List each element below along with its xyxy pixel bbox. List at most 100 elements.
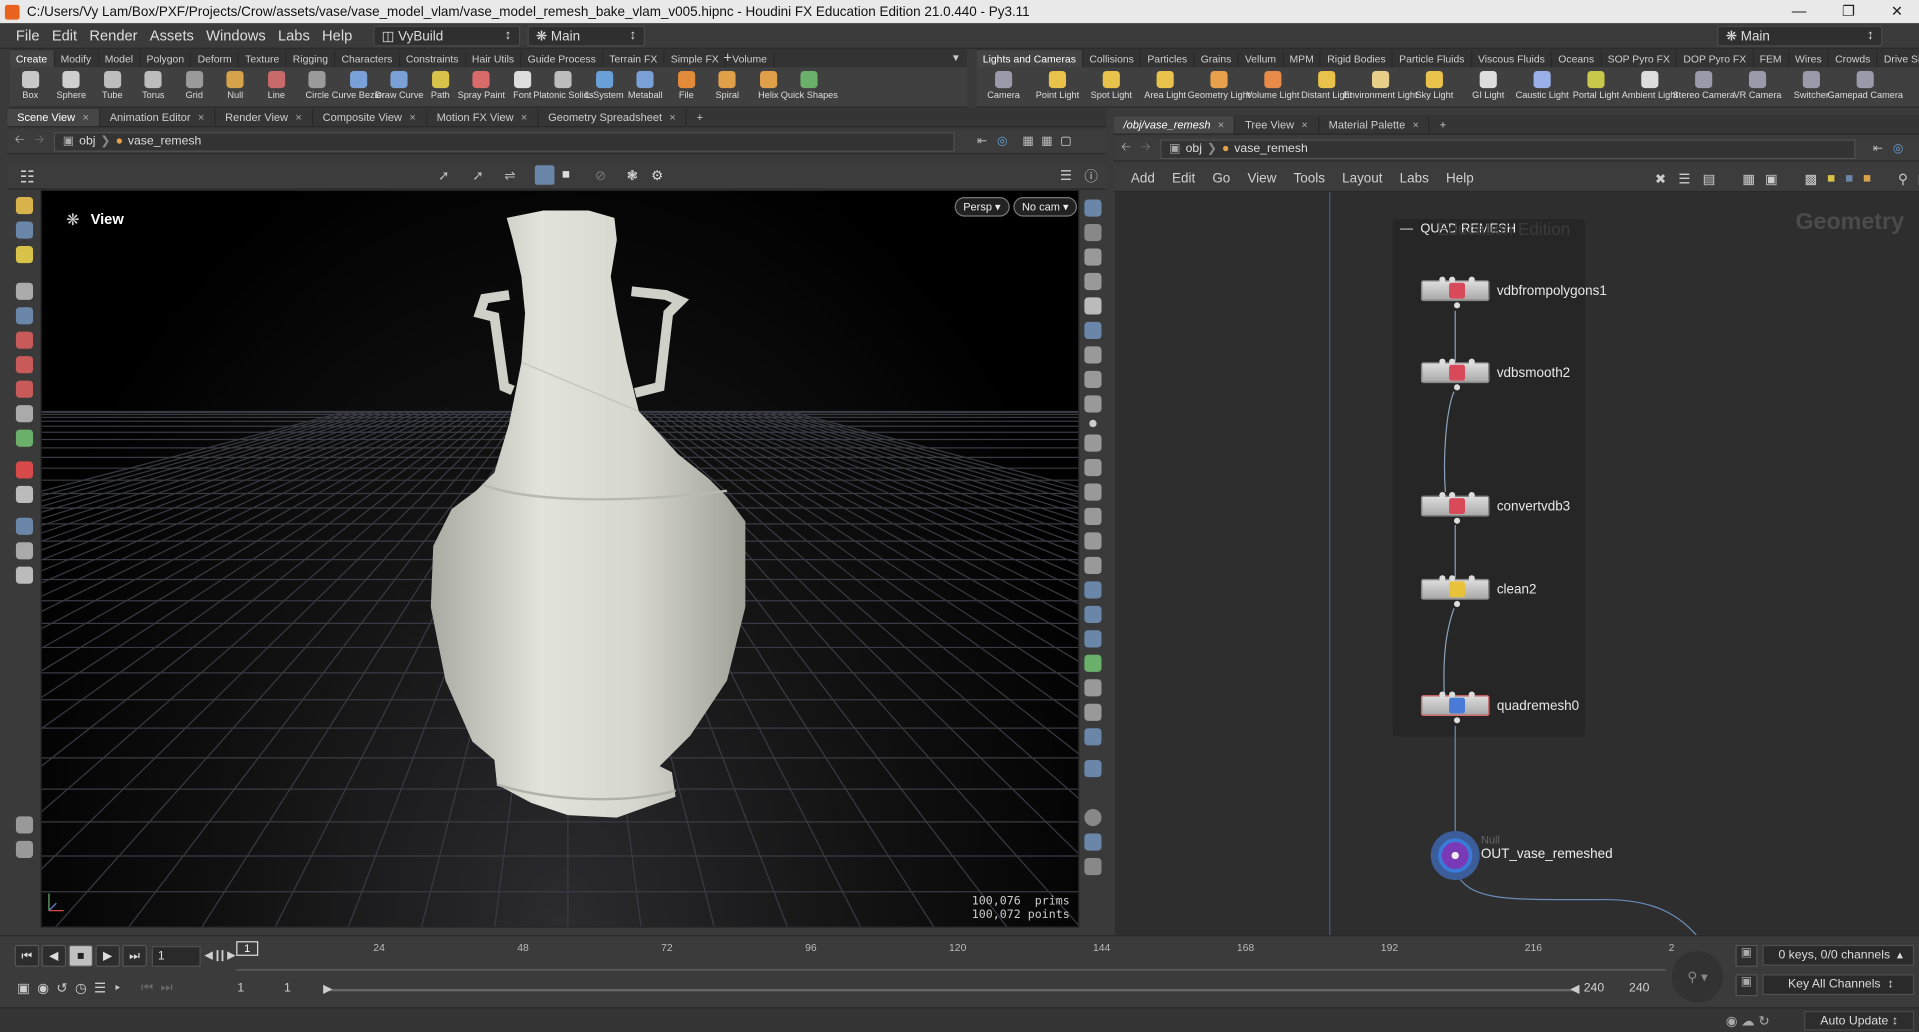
shelf-tab-constraints[interactable]: Constraints xyxy=(400,50,466,68)
shelf-tab-create[interactable]: Create xyxy=(9,50,55,68)
handle-tool-icon[interactable]: ➚ xyxy=(472,168,483,184)
menu-render[interactable]: Render xyxy=(83,27,143,44)
shelf-tool-stereo-camera[interactable]: Stereo Camera xyxy=(1673,67,1735,107)
tab-render-view[interactable]: Render View × xyxy=(215,108,313,127)
menu-windows[interactable]: Windows xyxy=(200,27,272,44)
close-tab-icon[interactable]: × xyxy=(521,111,527,123)
rotate-icon[interactable] xyxy=(15,356,34,374)
input-connector[interactable] xyxy=(1439,492,1446,499)
next-key-disabled-icon[interactable]: ⏭ xyxy=(160,980,172,996)
tree-icon[interactable]: ☰ xyxy=(1678,171,1690,187)
stop-icon[interactable]: ■ xyxy=(68,944,94,967)
view-tool-icon[interactable] xyxy=(15,542,34,560)
shelf-tool-switcher[interactable]: Switcher xyxy=(1784,67,1838,107)
range-handle-left-icon[interactable]: ▶ xyxy=(323,983,332,996)
back-arrow-icon[interactable]: 🡠 xyxy=(1121,138,1131,159)
close-tab-icon[interactable]: × xyxy=(669,111,675,123)
brush-icon[interactable] xyxy=(15,816,34,834)
snap-tool-icon[interactable] xyxy=(15,485,34,504)
shelf-tool-quick-shapes[interactable]: Quick Shapes xyxy=(781,67,838,107)
range-end[interactable]: 240 xyxy=(1629,982,1649,995)
close-tab-icon[interactable]: × xyxy=(295,111,301,123)
context-selector[interactable]: ❋ Main ↕ xyxy=(527,25,645,46)
grid-view-icon[interactable]: ▦ xyxy=(1742,171,1755,187)
help-icon[interactable]: ⓘ xyxy=(1084,166,1097,186)
shelf-tool-metaball[interactable]: Metaball xyxy=(625,67,666,107)
sop-node-clean2[interactable]: clean2 xyxy=(1420,575,1537,608)
shelf-tab-oceans[interactable]: Oceans xyxy=(1552,50,1602,68)
shelf-tab-lights-and-cameras[interactable]: Lights and Cameras xyxy=(976,50,1084,68)
node-tile[interactable] xyxy=(1420,358,1490,391)
input-connector[interactable] xyxy=(1468,575,1475,582)
shelf-tab-hair-utils[interactable]: Hair Utils xyxy=(466,50,522,68)
menu-edit[interactable]: Edit xyxy=(46,27,84,44)
paint-icon[interactable] xyxy=(15,840,34,858)
shelf-tab-sop-pyro-fx[interactable]: SOP Pyro FX xyxy=(1602,50,1678,68)
info-icon[interactable] xyxy=(1084,808,1102,827)
path-root[interactable]: obj xyxy=(79,135,95,148)
search-icon[interactable]: ⚲ xyxy=(1898,171,1908,187)
null-node[interactable] xyxy=(1430,831,1480,880)
shelf-tool-null[interactable]: Null xyxy=(215,67,256,107)
input-connector[interactable] xyxy=(1468,691,1475,698)
input-connector[interactable] xyxy=(1439,691,1446,698)
image-icon[interactable]: ■ xyxy=(1845,171,1853,186)
shelf-tab-particles[interactable]: Particles xyxy=(1141,50,1195,68)
shelf-menu-icon[interactable]: ▼ xyxy=(951,53,961,64)
shelf-tool-gi-light[interactable]: GI Light xyxy=(1461,67,1515,107)
shelf-tool-grid[interactable]: Grid xyxy=(174,67,215,107)
menu-add[interactable]: Add xyxy=(1131,171,1155,186)
sop-node-vdbsmooth2[interactable]: vdbsmooth2 xyxy=(1420,358,1570,391)
close-tab-icon[interactable]: × xyxy=(1218,119,1224,131)
shelf-tab-volume[interactable]: Volume xyxy=(726,50,775,68)
render-region-icon[interactable] xyxy=(15,566,34,584)
range-handle-right-icon[interactable]: ◀ xyxy=(1570,983,1579,996)
link-icon[interactable]: ◎ xyxy=(997,135,1008,148)
shelf-tool-environment-light[interactable]: Environment Light xyxy=(1344,67,1418,107)
minimize-icon[interactable]: — xyxy=(1792,2,1807,19)
shelf-tab-deform[interactable]: Deform xyxy=(191,50,240,68)
headlight-icon[interactable] xyxy=(1084,272,1102,291)
shelf-tool-gamepad-camera[interactable]: Gamepad Camera xyxy=(1827,67,1903,107)
shelf-tool-sphere[interactable]: Sphere xyxy=(51,67,92,107)
shelf-tool-helix[interactable]: Helix xyxy=(748,67,789,107)
stop-icon[interactable] xyxy=(1084,703,1102,721)
network-box-icon[interactable]: ▩ xyxy=(1805,171,1818,187)
tab-composite-view[interactable]: Composite View × xyxy=(313,108,427,127)
shelf-tool-draw-curve[interactable]: Draw Curve xyxy=(375,67,424,107)
right-desktop-selector[interactable]: ❋ Main ↕ xyxy=(1717,25,1883,46)
display-flags-icon[interactable]: ☰ xyxy=(1060,168,1072,184)
layout-icon[interactable] xyxy=(1084,833,1102,851)
view-mode-icon[interactable] xyxy=(15,221,34,239)
shelf-tool-box[interactable]: Box xyxy=(10,67,51,107)
input-connector[interactable] xyxy=(1449,358,1456,365)
menu-labs[interactable]: Labs xyxy=(272,27,316,44)
location-icon[interactable] xyxy=(1084,760,1102,778)
background-icon[interactable] xyxy=(1084,395,1102,413)
camera-tool-icon[interactable] xyxy=(15,517,34,535)
range-start[interactable]: 1 xyxy=(237,982,244,995)
shelf-tab-vellum[interactable]: Vellum xyxy=(1239,50,1284,68)
play-icon[interactable]: ▶ xyxy=(95,944,120,967)
node-tile[interactable] xyxy=(1420,691,1490,724)
select-tool-icon[interactable]: ➚ xyxy=(438,168,449,184)
bone-icon[interactable] xyxy=(1084,507,1102,526)
fps-icon[interactable]: ◷ xyxy=(75,980,87,997)
close-tab-icon[interactable]: × xyxy=(1413,119,1419,131)
step-icon[interactable]: ‣ xyxy=(113,980,121,997)
geometry-icon[interactable] xyxy=(1084,654,1102,672)
bracket-icon[interactable] xyxy=(1084,556,1102,575)
sop-node-convertvdb3[interactable]: convertvdb3 xyxy=(1420,492,1570,524)
path-node[interactable]: vase_remesh xyxy=(1234,142,1307,155)
shelf-tool-platonic-solids[interactable]: Platonic Solids xyxy=(533,67,593,107)
shading-icon[interactable] xyxy=(1084,321,1102,340)
close-icon[interactable]: ✕ xyxy=(1891,2,1903,19)
shelf-tool-torus[interactable]: Torus xyxy=(133,67,174,107)
shelf-tab-grains[interactable]: Grains xyxy=(1195,50,1239,68)
output-connector[interactable] xyxy=(1453,717,1461,724)
select-arrow-icon[interactable] xyxy=(15,282,34,300)
key-icon[interactable]: ▣ xyxy=(1735,974,1758,997)
input-connector[interactable] xyxy=(1468,492,1475,499)
pin-icon[interactable]: ⇤ xyxy=(977,135,987,148)
shelf-tool-caustic-light[interactable]: Caustic Light xyxy=(1515,67,1569,107)
